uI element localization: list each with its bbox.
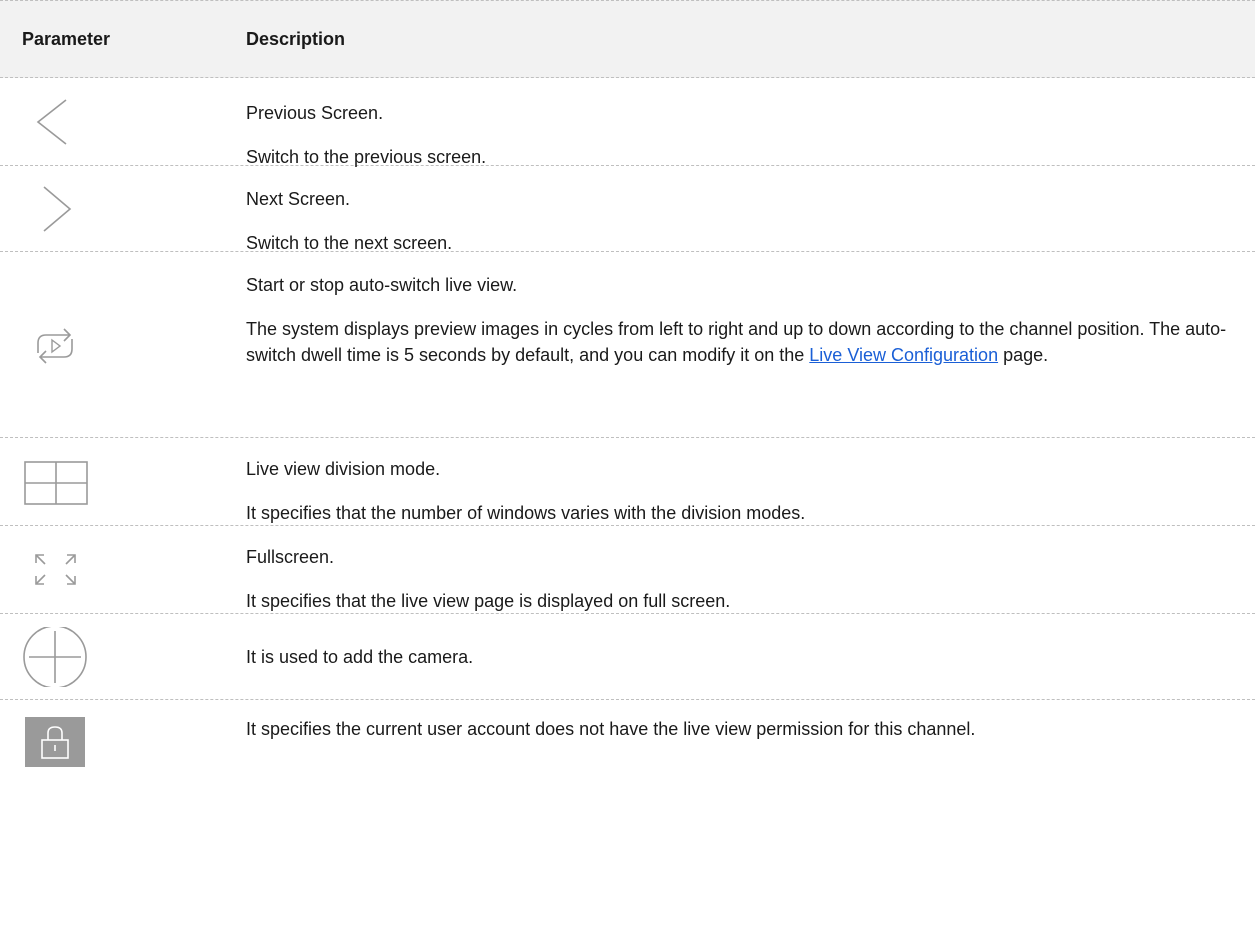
lock-icon — [25, 717, 85, 767]
detail-text-suffix: page. — [998, 345, 1049, 365]
description-cell: Previous Screen. Switch to the previous … — [246, 100, 1235, 170]
row-detail: It is used to add the camera. — [246, 647, 474, 667]
parameter-table: Parameter Description Previous Screen. S… — [0, 0, 1255, 784]
chevron-left-icon — [36, 98, 67, 145]
table-row: It specifies the current user account do… — [0, 700, 1255, 784]
icon-cell — [0, 614, 226, 699]
auto-switch-icon — [37, 327, 73, 364]
description-cell: Start or stop auto-switch live view. The… — [246, 272, 1235, 368]
description-cell: Next Screen. Switch to the next screen. — [246, 186, 1235, 256]
icon-cell — [0, 700, 226, 784]
icon-cell — [0, 166, 226, 251]
icon-cell — [0, 438, 226, 525]
add-camera-icon — [23, 626, 87, 687]
icon-cell — [0, 526, 226, 613]
table-row: Start or stop auto-switch live view. The… — [0, 252, 1255, 438]
table-row: Next Screen. Switch to the next screen. — [0, 166, 1255, 253]
row-title: Start or stop auto-switch live view. — [246, 275, 518, 295]
header-parameter: Parameter — [22, 29, 111, 49]
table-row: It is used to add the camera. — [0, 614, 1255, 700]
row-detail: It specifies that the number of windows … — [246, 503, 806, 523]
description-cell: It specifies the current user account do… — [246, 716, 1235, 742]
description-cell: Live view division mode. It specifies th… — [246, 456, 1235, 526]
table-header: Parameter Description — [0, 0, 1255, 78]
description-cell: It is used to add the camera. — [246, 644, 1235, 670]
fullscreen-icon — [35, 553, 76, 585]
icon-cell — [0, 252, 226, 437]
table-row: Previous Screen. Switch to the previous … — [0, 78, 1255, 167]
row-detail: The system displays preview images in cy… — [246, 316, 1235, 368]
live-view-configuration-link[interactable]: Live View Configuration — [809, 345, 998, 365]
row-title: Previous Screen. — [246, 103, 384, 123]
detail-text: The system displays preview images in cy… — [246, 319, 1227, 365]
icon-cell — [0, 78, 226, 165]
table-row: Fullscreen. It specifies that the live v… — [0, 526, 1255, 614]
row-title: Live view division mode. — [246, 459, 441, 479]
grid-division-icon — [24, 460, 88, 505]
description-cell: Fullscreen. It specifies that the live v… — [246, 544, 1235, 614]
row-title: Next Screen. — [246, 189, 351, 209]
row-title: Fullscreen. — [246, 547, 335, 567]
row-detail: It specifies the current user account do… — [246, 719, 976, 739]
row-detail: It specifies that the live view page is … — [246, 591, 731, 611]
header-description: Description — [246, 29, 346, 49]
chevron-right-icon — [43, 185, 72, 232]
table-row: Live view division mode. It specifies th… — [0, 438, 1255, 526]
